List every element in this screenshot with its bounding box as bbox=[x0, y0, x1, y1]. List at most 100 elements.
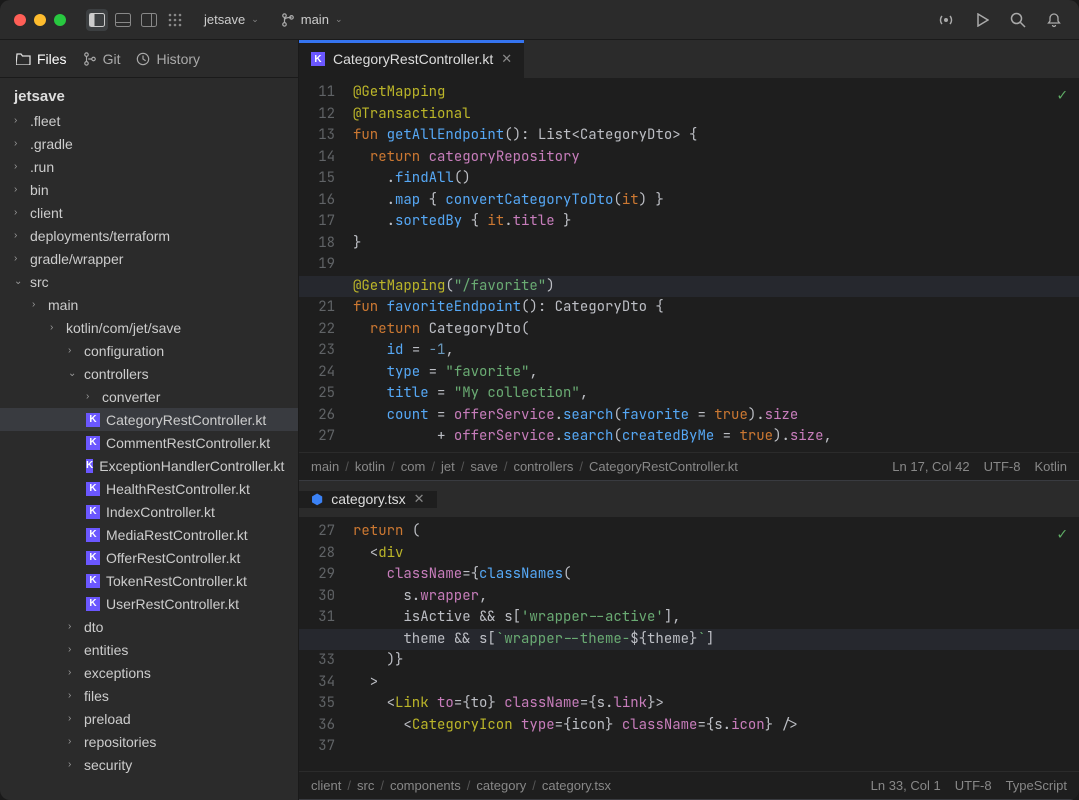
breadcrumb-segment[interactable]: save bbox=[470, 459, 497, 474]
close-window[interactable] bbox=[14, 14, 26, 26]
search-icon[interactable] bbox=[1007, 9, 1029, 31]
tree-row[interactable]: KCategoryRestController.kt bbox=[0, 408, 298, 431]
tree-row[interactable]: ›converter bbox=[0, 385, 298, 408]
breadcrumb-segment[interactable]: components bbox=[390, 778, 461, 793]
chevron-down-icon: ⌄ bbox=[251, 14, 259, 25]
tree-row[interactable]: › exceptions bbox=[0, 661, 298, 684]
file-encoding[interactable]: UTF-8 bbox=[984, 459, 1021, 474]
minimize-window[interactable] bbox=[34, 14, 46, 26]
breadcrumb-segment[interactable]: category bbox=[476, 778, 526, 793]
tree-label: entities bbox=[84, 642, 128, 658]
maximize-window[interactable] bbox=[54, 14, 66, 26]
tree-row[interactable]: KIndexController.kt bbox=[0, 500, 298, 523]
panel-bottom-icon[interactable] bbox=[112, 9, 134, 31]
tree-label: repositories bbox=[84, 734, 156, 750]
tree-row[interactable]: ⌄controllers bbox=[0, 362, 298, 385]
branch-selector[interactable]: main ⌄ bbox=[277, 10, 347, 29]
tab-git[interactable]: Git bbox=[83, 51, 121, 67]
bell-icon[interactable] bbox=[1043, 9, 1065, 31]
file-language[interactable]: Kotlin bbox=[1034, 459, 1067, 474]
kotlin-file-icon: K bbox=[86, 482, 100, 496]
editor-tab-label: CategoryRestController.kt bbox=[333, 51, 493, 67]
tab-history[interactable]: History bbox=[136, 51, 200, 67]
tree-label: exceptions bbox=[84, 665, 151, 681]
tree-row[interactable]: KMediaRestController.kt bbox=[0, 523, 298, 546]
run-icon[interactable] bbox=[971, 9, 993, 31]
close-icon[interactable]: ✕ bbox=[501, 51, 512, 67]
tree-row[interactable]: KOfferRestController.kt bbox=[0, 546, 298, 569]
breadcrumb-segment[interactable]: kotlin bbox=[355, 459, 385, 474]
tab-files[interactable]: Files bbox=[16, 51, 67, 67]
tree-label: files bbox=[84, 688, 109, 704]
chevron-right-icon: › bbox=[68, 759, 78, 770]
tree-row[interactable]: K CommentRestController.kt bbox=[0, 431, 298, 454]
file-tree[interactable]: jetsave ›.fleet›.gradle›.run›bin›client›… bbox=[0, 78, 298, 800]
tree-row[interactable]: K TokenRestController.kt bbox=[0, 569, 298, 592]
tree-row[interactable]: KUserRestController.kt bbox=[0, 592, 298, 615]
tree-label: CommentRestController.kt bbox=[106, 435, 270, 451]
tree-row[interactable]: ›configuration bbox=[0, 339, 298, 362]
file-encoding[interactable]: UTF-8 bbox=[955, 778, 992, 793]
breadcrumb-segment[interactable]: com bbox=[401, 459, 426, 474]
editor-tab[interactable]: ⬢ category.tsx ✕ bbox=[299, 491, 437, 508]
tree-row[interactable]: ›security bbox=[0, 753, 298, 776]
broadcast-icon[interactable] bbox=[935, 9, 957, 31]
kotlin-file-icon: K bbox=[86, 413, 100, 427]
tree-row[interactable]: ›client bbox=[0, 201, 298, 224]
tree-row[interactable]: ›.fleet bbox=[0, 109, 298, 132]
tree-row[interactable]: ›dto bbox=[0, 615, 298, 638]
file-language[interactable]: TypeScript bbox=[1006, 778, 1067, 793]
kotlin-file-icon: K bbox=[86, 551, 100, 565]
titlebar: jetsave ⌄ main ⌄ bbox=[0, 0, 1079, 40]
tree-row[interactable]: KExceptionHandlerController.kt bbox=[0, 454, 298, 477]
tab-git-label: Git bbox=[103, 51, 121, 67]
chevron-right-icon: › bbox=[14, 138, 24, 149]
tree-row[interactable]: ⌄src bbox=[0, 270, 298, 293]
sidebar: Files Git History jetsave ›.fleet›.gradl… bbox=[0, 40, 299, 800]
tree-row[interactable]: ›repositories bbox=[0, 730, 298, 753]
tree-row[interactable]: ›files bbox=[0, 684, 298, 707]
panel-right-icon[interactable] bbox=[138, 9, 160, 31]
breadcrumb-segment[interactable]: jet bbox=[441, 459, 455, 474]
tree-row[interactable]: ›.gradle bbox=[0, 132, 298, 155]
breadcrumb-segment[interactable]: category.tsx bbox=[542, 778, 611, 793]
breadcrumb-segment[interactable]: client bbox=[311, 778, 341, 793]
tree-row[interactable]: ›gradle/wrapper bbox=[0, 247, 298, 270]
grid-icon[interactable] bbox=[164, 9, 186, 31]
breadcrumb-segment[interactable]: CategoryRestController.kt bbox=[589, 459, 738, 474]
kotlin-file-icon: K bbox=[311, 52, 325, 66]
project-selector[interactable]: jetsave ⌄ bbox=[200, 10, 263, 29]
breadcrumb-segment[interactable]: src bbox=[357, 778, 374, 793]
code-editor-top[interactable]: 1112131415161718192021222324252627 ✓@Get… bbox=[299, 78, 1079, 452]
tree-label: TokenRestController.kt bbox=[106, 573, 247, 589]
kotlin-file-icon: K bbox=[86, 574, 100, 588]
chevron-right-icon: › bbox=[68, 667, 78, 678]
tree-row[interactable]: ›entities bbox=[0, 638, 298, 661]
tree-row[interactable]: ›bin bbox=[0, 178, 298, 201]
code-editor-bottom[interactable]: 2728293031323334353637 ✓return ( <div cl… bbox=[299, 517, 1079, 771]
tree-label: HealthRestController.kt bbox=[106, 481, 250, 497]
tree-row[interactable]: ›preload bbox=[0, 707, 298, 730]
tree-label: configuration bbox=[84, 343, 164, 359]
tree-row[interactable]: ›deployments/terraform bbox=[0, 224, 298, 247]
chevron-right-icon: › bbox=[14, 207, 24, 218]
tree-label: dto bbox=[84, 619, 103, 635]
panel-left-icon[interactable] bbox=[86, 9, 108, 31]
breadcrumb-segment[interactable]: main bbox=[311, 459, 339, 474]
branch-icon bbox=[281, 13, 295, 27]
tree-row[interactable]: ›main bbox=[0, 293, 298, 316]
tree-row[interactable]: ›kotlin/com/jet/save bbox=[0, 316, 298, 339]
chevron-right-icon: › bbox=[50, 322, 60, 333]
chevron-right-icon: › bbox=[86, 391, 96, 402]
editor-tab[interactable]: K CategoryRestController.kt ✕ bbox=[299, 40, 524, 78]
breadcrumb-segment[interactable]: controllers bbox=[513, 459, 573, 474]
breadcrumb-bottom: client/src/components/category/category.… bbox=[299, 771, 1079, 799]
project-root[interactable]: jetsave bbox=[0, 84, 298, 109]
git-icon bbox=[83, 52, 97, 66]
tree-label: IndexController.kt bbox=[106, 504, 215, 520]
tree-row[interactable]: K HealthRestController.kt bbox=[0, 477, 298, 500]
close-icon[interactable]: ✕ bbox=[414, 491, 425, 507]
kotlin-file-icon: K bbox=[86, 436, 100, 450]
tree-label: UserRestController.kt bbox=[106, 596, 239, 612]
tree-row[interactable]: ›.run bbox=[0, 155, 298, 178]
